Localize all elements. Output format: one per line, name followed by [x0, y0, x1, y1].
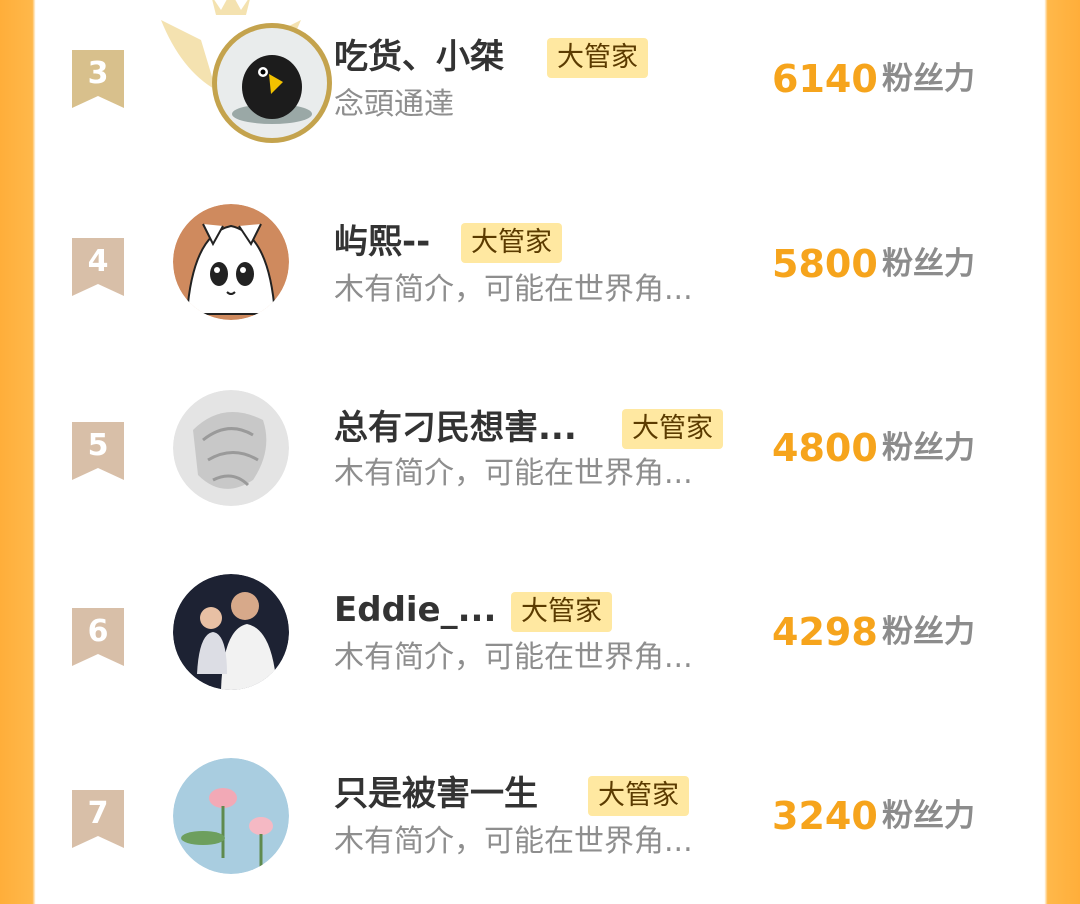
- leaderboard-row[interactable]: 4 屿熙-- 大管家 木有简介，可能在世界角... 5800 粉丝力: [36, 186, 1044, 346]
- rank-number: 6: [87, 614, 109, 649]
- fan-power-unit: 粉丝力: [882, 798, 975, 834]
- rank-ribbon: 4: [72, 238, 124, 296]
- rank-number: 7: [87, 796, 109, 831]
- leaderboard-row[interactable]: 6 Eddie_... 大管家 木有简介，可能在世界角... 4298 粉丝力: [36, 558, 1044, 718]
- role-badge: 大管家: [547, 38, 648, 78]
- rank-number: 3: [87, 56, 109, 91]
- avatar[interactable]: [211, 22, 333, 144]
- role-badge: 大管家: [461, 223, 562, 263]
- user-name[interactable]: 只是被害一生: [334, 772, 538, 816]
- user-name[interactable]: 总有刁民想害...: [334, 406, 577, 450]
- anime-girl-avatar-icon: [173, 204, 289, 320]
- role-badge: 大管家: [622, 409, 723, 449]
- fan-leaderboard-panel: 3 吃货、小桀 大管家 念頭通達 6140 粉丝力 4 屿熙-- 大管家 木有简…: [36, 0, 1044, 874]
- fan-power-score: 4298: [772, 610, 878, 654]
- user-bio: 木有简介，可能在世界角...: [334, 640, 693, 675]
- leaderboard-row[interactable]: 3 吃货、小桀 大管家 念頭通達 6140 粉丝力: [36, 0, 1044, 160]
- role-badge: 大管家: [588, 776, 689, 816]
- rank-ribbon: 6: [72, 608, 124, 666]
- user-name[interactable]: Eddie_...: [334, 588, 496, 632]
- fan-power-unit: 粉丝力: [882, 614, 975, 650]
- fan-power-score: 3240: [772, 794, 878, 838]
- fan-power-score: 6140: [772, 57, 878, 101]
- sketch-art-avatar-icon: [173, 390, 289, 506]
- user-bio: 念頭通達: [334, 87, 454, 122]
- family-photo-avatar-icon: [173, 574, 289, 690]
- fan-power-score: 4800: [772, 426, 878, 470]
- leaderboard-row[interactable]: 7 只是被害一生 大管家 木有简介，可能在世界角... 3240 粉丝力: [36, 744, 1044, 904]
- rank-ribbon: 5: [72, 422, 124, 480]
- avatar[interactable]: [173, 574, 289, 690]
- leaderboard-row[interactable]: 5 总有刁民想害... 大管家 木有简介，可能在世界角... 4800 粉丝力: [36, 372, 1044, 532]
- user-name[interactable]: 屿熙--: [334, 220, 430, 264]
- fan-power-unit: 粉丝力: [882, 246, 975, 282]
- user-name[interactable]: 吃货、小桀: [334, 35, 504, 79]
- user-bio: 木有简介，可能在世界角...: [334, 272, 693, 307]
- lotus-flower-avatar-icon: [173, 758, 289, 874]
- role-badge: 大管家: [511, 592, 612, 632]
- avatar[interactable]: [173, 758, 289, 874]
- rank-ribbon: 3: [72, 50, 124, 108]
- fan-power-unit: 粉丝力: [882, 430, 975, 466]
- rank-number: 4: [87, 244, 109, 279]
- user-bio: 木有简介，可能在世界角...: [334, 456, 693, 491]
- fan-power-score: 5800: [772, 242, 878, 286]
- fan-power-unit: 粉丝力: [882, 61, 975, 97]
- black-bird-avatar-icon: [212, 23, 332, 143]
- user-bio: 木有简介，可能在世界角...: [334, 824, 693, 859]
- rank-ribbon: 7: [72, 790, 124, 848]
- avatar[interactable]: [173, 390, 289, 506]
- avatar[interactable]: [173, 204, 289, 320]
- rank-number: 5: [87, 428, 109, 463]
